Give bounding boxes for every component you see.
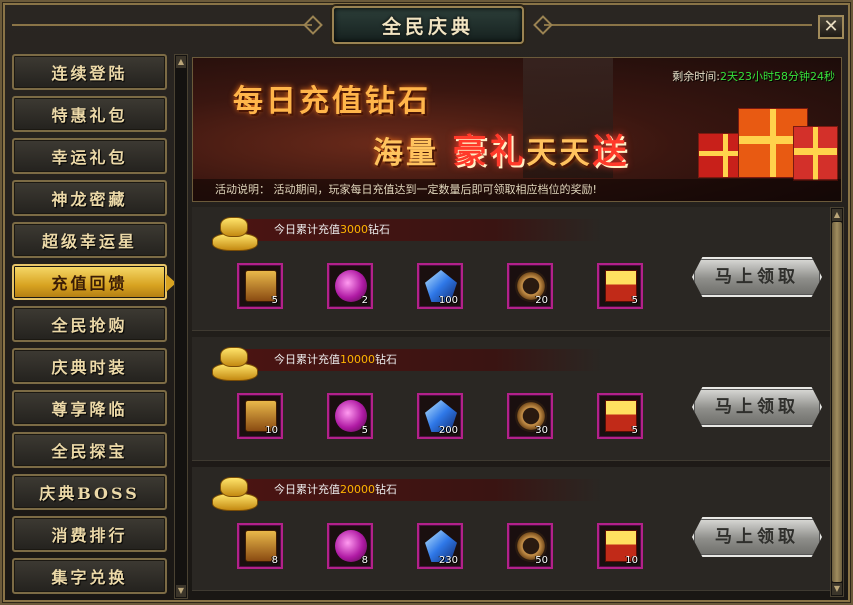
close-button[interactable]: ✕: [818, 15, 844, 39]
requirement-suffix: 钻石: [375, 483, 397, 496]
item-count: 5: [631, 425, 638, 436]
sidebar: 连续登陆 特惠礼包 幸运礼包 神龙密藏 超级幸运星 充值回馈 全民抢购 庆典时装…: [12, 52, 176, 602]
banner-title-highlight2: 送: [592, 132, 630, 172]
reward-item[interactable]: 5: [327, 393, 373, 439]
sidebar-item-super-lucky-star[interactable]: 超级幸运星: [12, 222, 167, 258]
sidebar-item-special-pack[interactable]: 特惠礼包: [12, 96, 167, 132]
sidebar-item-vip-arrival[interactable]: 尊享降临: [12, 390, 167, 426]
requirement-prefix: 今日累计充值: [274, 353, 340, 366]
item-count: 30: [535, 425, 548, 436]
requirement-prefix: 今日累计充值: [274, 223, 340, 236]
reward-item[interactable]: 5: [237, 263, 283, 309]
title-divider-right: [544, 24, 812, 26]
reward-tier-row: 今日累计充值20000钻石 8 8 230 50 10 马上领取: [192, 467, 830, 591]
reward-item[interactable]: 100: [417, 263, 463, 309]
banner-title-line1: 每日充值钻石: [233, 84, 431, 119]
reward-item[interactable]: 5: [597, 263, 643, 309]
sidebar-item-recharge-reward[interactable]: 充值回馈: [12, 264, 176, 300]
sidebar-item-dragon-treasure[interactable]: 神龙密藏: [12, 180, 167, 216]
item-count: 200: [438, 425, 458, 436]
claim-button[interactable]: 马上领取: [692, 387, 822, 427]
reward-item[interactable]: 50: [507, 523, 553, 569]
gold-pile-icon: [210, 471, 260, 513]
sidebar-item-celebration-fashion[interactable]: 庆典时装: [12, 348, 167, 384]
banner-title-part1: 海量: [373, 136, 439, 171]
item-count: 5: [271, 295, 278, 306]
sidebar-item-word-exchange[interactable]: 集字兑换: [12, 558, 167, 594]
window-title: 全民庆典: [381, 15, 474, 38]
requirement-amount: 20000: [340, 483, 375, 496]
banner-title-highlight: 豪礼: [452, 132, 527, 172]
description-text: 活动期间，玩家每日充值达到一定数量后即可领取相应档位的奖励!: [273, 183, 597, 196]
timer-value: 2天23小时58分钟24秒: [720, 70, 835, 83]
reward-tier-row: 今日累计充值10000钻石 10 5 200 30 5 马上领取: [192, 337, 830, 461]
sidebar-item-treasure-hunt[interactable]: 全民探宝: [12, 432, 167, 468]
requirement-suffix: 钻石: [375, 353, 397, 366]
title-divider-left: [12, 24, 312, 26]
tier-requirement: 今日累计充值10000钻石: [242, 349, 602, 371]
sidebar-item-lucky-pack[interactable]: 幸运礼包: [12, 138, 167, 174]
content-scrollbar[interactable]: ▲ ▼: [830, 207, 844, 597]
sidebar-item-continuous-login[interactable]: 连续登陆: [12, 54, 167, 90]
item-count: 8: [271, 555, 278, 566]
item-count: 8: [361, 555, 368, 566]
event-banner: 每日充值钻石 海量 豪礼天天送 剩余时间:2天23小时58分钟24秒 活动说明：…: [192, 57, 842, 202]
reward-item[interactable]: 8: [327, 523, 373, 569]
item-count: 100: [438, 295, 458, 306]
scroll-up-arrow-icon[interactable]: ▲: [176, 56, 186, 68]
item-count: 10: [265, 425, 278, 436]
banner-title-line2: 海量 豪礼天天送: [373, 124, 629, 173]
reward-list: 今日累计充值3000钻石 5 2 100 20 5 马上领取 今日累计充值100…: [192, 207, 830, 597]
reward-item[interactable]: 5: [597, 393, 643, 439]
event-description: 活动说明： 活动期间，玩家每日充值达到一定数量后即可领取相应档位的奖励!: [193, 179, 841, 201]
reward-tier-row: 今日累计充值3000钻石 5 2 100 20 5 马上领取: [192, 207, 830, 331]
item-count: 5: [361, 425, 368, 436]
item-count: 2: [361, 295, 368, 306]
reward-item[interactable]: 230: [417, 523, 463, 569]
item-count: 5: [631, 295, 638, 306]
item-count: 20: [535, 295, 548, 306]
sidebar-item-spending-ranking[interactable]: 消费排行: [12, 516, 167, 552]
reward-item[interactable]: 2: [327, 263, 373, 309]
timer-label: 剩余时间:: [672, 70, 720, 83]
title-ornament-left: [303, 15, 323, 35]
requirement-suffix: 钻石: [368, 223, 390, 236]
title-plate: 全民庆典: [303, 6, 553, 44]
claim-button[interactable]: 马上领取: [692, 517, 822, 557]
banner-title-part2: 天天: [526, 136, 593, 171]
item-count: 230: [438, 555, 458, 566]
celebration-window: 全民庆典 ✕ 连续登陆 特惠礼包 幸运礼包 神龙密藏 超级幸运星 充值回馈 全民…: [0, 0, 853, 605]
reward-item[interactable]: 200: [417, 393, 463, 439]
reward-item[interactable]: 10: [237, 393, 283, 439]
item-count: 10: [625, 555, 638, 566]
title-ornament-right: [533, 15, 553, 35]
scrollbar-thumb[interactable]: [832, 222, 842, 582]
sidebar-item-celebration-boss[interactable]: 庆典BOSS: [12, 474, 167, 510]
reward-item[interactable]: 20: [507, 263, 553, 309]
requirement-amount: 10000: [340, 353, 375, 366]
reward-item[interactable]: 30: [507, 393, 553, 439]
description-label: 活动说明：: [215, 183, 270, 196]
item-count: 50: [535, 555, 548, 566]
tier-requirement: 今日累计充值3000钻石: [242, 219, 602, 241]
scroll-up-arrow-icon[interactable]: ▲: [832, 209, 842, 221]
scroll-down-arrow-icon[interactable]: ▼: [176, 585, 186, 597]
gift-box-icon: [793, 126, 838, 181]
sidebar-scrollbar[interactable]: ▲ ▼: [174, 54, 188, 599]
requirement-amount: 3000: [340, 223, 368, 236]
gold-pile-icon: [210, 341, 260, 383]
requirement-prefix: 今日累计充值: [274, 483, 340, 496]
reward-item[interactable]: 10: [597, 523, 643, 569]
scroll-down-arrow-icon[interactable]: ▼: [832, 583, 842, 595]
claim-button[interactable]: 马上领取: [692, 257, 822, 297]
reward-item[interactable]: 8: [237, 523, 283, 569]
gold-pile-icon: [210, 211, 260, 253]
remaining-time: 剩余时间:2天23小时58分钟24秒: [672, 68, 835, 84]
sidebar-item-flash-sale[interactable]: 全民抢购: [12, 306, 167, 342]
tier-requirement: 今日累计充值20000钻石: [242, 479, 602, 501]
